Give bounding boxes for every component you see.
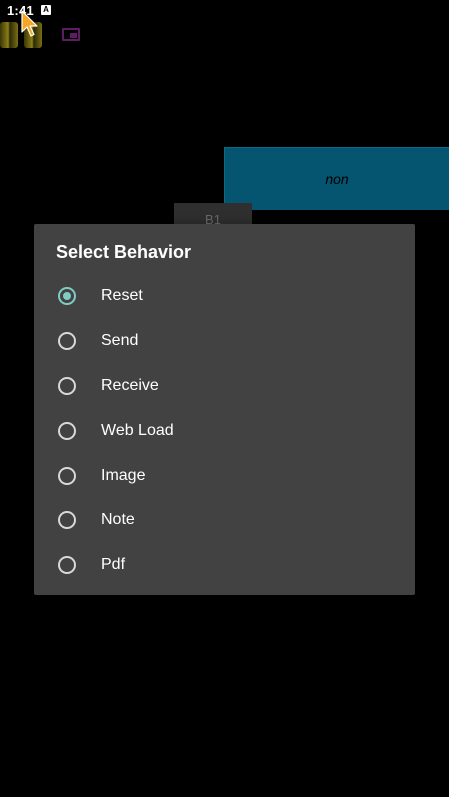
option-label: Receive <box>101 376 159 394</box>
radio-unchecked-icon[interactable] <box>58 421 76 440</box>
option-label: Send <box>101 332 139 350</box>
picture-in-picture-icon[interactable] <box>62 28 80 41</box>
behavior-options-list: Reset Send Receive Web Load Image Note P… <box>34 274 415 588</box>
option-pdf[interactable]: Pdf <box>34 543 415 588</box>
option-image[interactable]: Image <box>34 453 415 498</box>
option-label: Image <box>101 466 146 484</box>
option-web-load[interactable]: Web Load <box>34 408 415 453</box>
notification-glyph: A <box>43 5 49 14</box>
radio-unchecked-icon[interactable] <box>58 376 76 395</box>
non-panel[interactable]: non <box>224 147 449 210</box>
non-label: non <box>325 171 349 187</box>
option-label: Reset <box>101 287 143 305</box>
option-reset[interactable]: Reset <box>34 274 415 319</box>
option-label: Note <box>101 511 135 529</box>
radio-unchecked-icon[interactable] <box>58 556 76 575</box>
mouse-cursor-icon <box>21 10 38 37</box>
option-receive[interactable]: Receive <box>34 364 415 409</box>
app-thumbnail[interactable] <box>0 22 18 48</box>
app-screen: 1:41 A non B1 Select Behavior Reset Send <box>0 0 449 797</box>
option-note[interactable]: Note <box>34 498 415 543</box>
radio-unchecked-icon[interactable] <box>58 332 76 351</box>
radio-unchecked-icon[interactable] <box>58 466 76 485</box>
option-label: Web Load <box>101 421 174 439</box>
option-label: Pdf <box>101 556 126 574</box>
select-behavior-dialog: Select Behavior Reset Send Receive Web L… <box>34 224 415 595</box>
radio-unchecked-icon[interactable] <box>58 511 76 530</box>
status-bar: 1:41 A <box>0 0 449 24</box>
dialog-title: Select Behavior <box>56 242 192 262</box>
accessibility-a-icon: A <box>41 5 51 15</box>
option-send[interactable]: Send <box>34 319 415 364</box>
radio-checked-icon[interactable] <box>58 287 76 306</box>
